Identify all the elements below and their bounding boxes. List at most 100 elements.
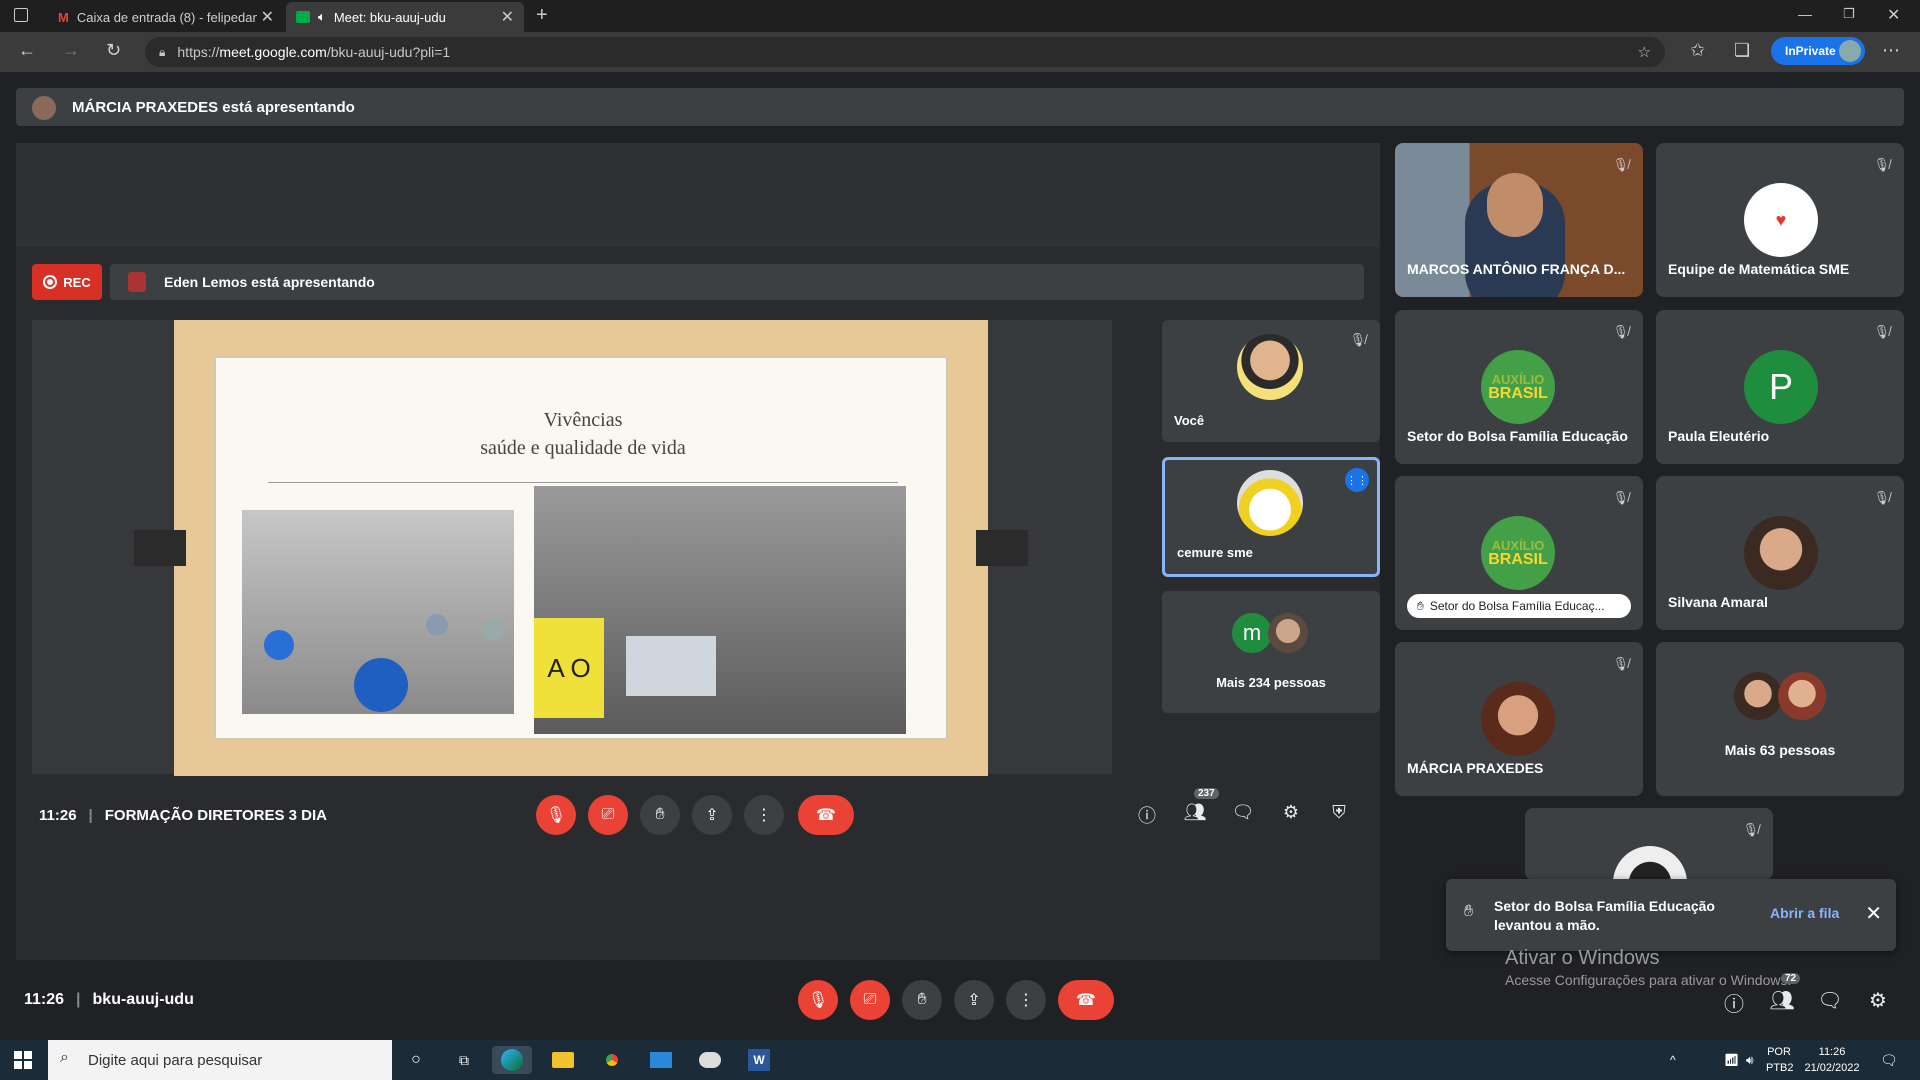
tile-partial[interactable]: 🎙︎̸ xyxy=(1525,808,1773,880)
browser-chrome: M Caixa de entrada (8) - felipedant ✕ 🔈︎… xyxy=(0,0,1920,72)
mic-button[interactable]: 🎙︎ xyxy=(798,980,838,1020)
favorites-icon[interactable]: ✩ xyxy=(1690,40,1705,61)
raise-hand-button[interactable]: ✋︎ xyxy=(902,980,942,1020)
open-queue-link[interactable]: Abrir a fila xyxy=(1770,905,1839,921)
mic-off-icon: 🎙︎̸ xyxy=(1873,157,1890,172)
close-icon[interactable]: ✕ xyxy=(261,7,274,27)
inner-end-call-button[interactable]: ☎︎ xyxy=(798,795,854,835)
tile-silvana-amaral[interactable]: 🎙︎̸ Silvana Amaral xyxy=(1656,476,1904,630)
word-icon[interactable]: W xyxy=(745,1046,773,1074)
inner-more-button[interactable]: ⋮ xyxy=(744,795,784,835)
inprivate-badge[interactable]: InPrivate xyxy=(1771,37,1865,65)
taskbar-search[interactable]: ⌕ Digite aqui para pesquisar xyxy=(48,1040,392,1080)
new-tab-icon[interactable]: + xyxy=(536,4,548,27)
minimize-icon[interactable]: — xyxy=(1798,6,1812,22)
address-bar[interactable]: 🔒︎ https://meet.google.com/bku-auuj-udu?… xyxy=(145,37,1665,67)
add-favorite-icon[interactable]: ☆ xyxy=(1638,43,1651,61)
notifications-icon[interactable]: 🗨︎ xyxy=(1880,1052,1898,1068)
outer-clock: 11:26 xyxy=(24,991,65,1008)
participant-name: Mais 63 pessoas xyxy=(1724,742,1836,758)
tile-marcos-antonio[interactable]: 🎙︎̸ MARCOS ANTÔNIO FRANÇA D... xyxy=(1395,143,1643,297)
cortana-icon[interactable]: ○ xyxy=(402,1046,430,1074)
slide-title-line1: Vivências xyxy=(543,409,623,431)
end-call-icon: ☎︎ xyxy=(1076,992,1096,1009)
host-controls-icon[interactable]: ⛨ xyxy=(1324,802,1354,823)
tray-chevron-icon[interactable]: ^ xyxy=(1670,1052,1676,1068)
presenter-banner-text: MÁRCIA PRAXEDES está apresentando xyxy=(72,98,355,116)
participant-avatar xyxy=(1268,613,1308,653)
mic-off-icon: 🎙︎̸ xyxy=(1873,490,1890,505)
app-icon[interactable] xyxy=(696,1046,724,1074)
slide-divider xyxy=(268,482,898,483)
chrome-icon[interactable] xyxy=(598,1046,626,1074)
inner-present-button[interactable]: ⇪ xyxy=(692,795,732,835)
url-scheme: https:// xyxy=(177,44,220,60)
clock[interactable]: 11:26 21/02/2022 xyxy=(1804,1044,1860,1076)
tab-meet[interactable]: 🔈︎ Meet: bku-auuj-udu ✕ xyxy=(286,2,524,32)
edge-icon[interactable] xyxy=(492,1046,532,1074)
tile-equipe-matematica[interactable]: 🎙︎̸ ♥ Equipe de Matemática SME xyxy=(1656,143,1904,297)
people-icon[interactable]: 👥︎ xyxy=(1767,988,1797,1013)
avatar-initial: P xyxy=(1768,366,1793,407)
camera-button[interactable]: ⎚ xyxy=(850,980,890,1020)
tile-marcia-praxedes[interactable]: 🎙︎̸ MÁRCIA PRAXEDES xyxy=(1395,642,1643,796)
tab-gmail[interactable]: M Caixa de entrada (8) - felipedant ✕ xyxy=(48,2,284,32)
tile-paula-eleuterio[interactable]: 🎙︎̸ P Paula Eleutério xyxy=(1656,310,1904,464)
people-icon[interactable]: 👥︎ xyxy=(1180,802,1210,823)
volume-icon[interactable]: 🔊︎ xyxy=(1746,1052,1754,1068)
rec-label: REC xyxy=(63,274,91,290)
settings-more-icon[interactable]: ⋯ xyxy=(1882,40,1900,61)
participant-avatar xyxy=(1237,334,1303,400)
file-explorer-icon[interactable] xyxy=(549,1046,577,1074)
forward-icon[interactable]: → xyxy=(62,40,80,61)
inner-raise-hand-button[interactable]: ✋︎ xyxy=(640,795,680,835)
network-icon[interactable]: 📶︎ xyxy=(1724,1052,1739,1068)
collections-icon[interactable]: ❏ xyxy=(1734,40,1750,61)
participant-name: cemure sme xyxy=(1177,545,1253,560)
participant-avatar xyxy=(1778,672,1826,720)
back-icon[interactable]: ← xyxy=(18,40,36,61)
present-button[interactable]: ⇪ xyxy=(954,980,994,1020)
chat-icon[interactable]: 🗨︎ xyxy=(1228,802,1258,823)
inner-presenter-banner: Eden Lemos está apresentando xyxy=(110,264,1364,300)
raised-hand-pill: ✋︎ Setor do Bolsa Família Educaç... xyxy=(1407,594,1631,618)
close-icon[interactable]: ✕ xyxy=(501,7,514,27)
activities-icon[interactable]: ⚙︎ xyxy=(1863,988,1893,1013)
participant-avatar: m xyxy=(1232,613,1272,653)
participant-avatar: AUXÍLIO BRASIL xyxy=(1481,350,1555,424)
refresh-icon[interactable]: ↻ xyxy=(106,40,121,61)
tile-bolsa-familia-2[interactable]: 🎙︎̸ AUXÍLIO BRASIL ✋︎ Setor do Bolsa Famí… xyxy=(1395,476,1643,630)
tile-cemure-sme[interactable]: ⋮⋮ cemure sme xyxy=(1162,457,1380,577)
tab-actions-icon[interactable] xyxy=(14,8,28,22)
end-call-button[interactable]: ☎︎ xyxy=(1058,980,1114,1020)
mic-off-icon: 🎙︎̸ xyxy=(1612,490,1629,505)
toast-message: Setor do Bolsa Família Educação levantou… xyxy=(1494,898,1715,933)
tile-more-people[interactable]: m Mais 234 pessoas xyxy=(1162,591,1380,713)
present-icon: ⇪ xyxy=(967,992,981,1009)
slide-photo-group: A O xyxy=(534,486,906,734)
tile-more-63[interactable]: Mais 63 pessoas xyxy=(1656,642,1904,796)
chat-icon[interactable]: 🗨︎ xyxy=(1815,988,1845,1013)
windows-start-icon[interactable] xyxy=(14,1051,32,1069)
avatar-logo-line2: BRASIL xyxy=(1488,551,1548,568)
window-close-icon[interactable]: ✕ xyxy=(1887,5,1900,25)
speaker-icon[interactable]: 🔈︎ xyxy=(318,9,326,25)
mic-off-icon: 🎙︎ xyxy=(807,992,829,1009)
activities-icon[interactable]: ⚙︎ xyxy=(1276,802,1306,823)
restore-icon[interactable]: ❐ xyxy=(1843,6,1855,22)
input-language[interactable]: POR PTB2 xyxy=(1766,1044,1794,1076)
more-vert-icon: ⋮ xyxy=(1018,992,1034,1009)
close-icon[interactable]: ✕ xyxy=(1865,901,1882,926)
participant-avatar xyxy=(1237,470,1303,536)
more-options-button[interactable]: ⋮ xyxy=(1006,980,1046,1020)
slide-photo-gym xyxy=(242,510,514,714)
task-view-icon[interactable]: ⧉ xyxy=(450,1046,478,1074)
inner-mic-button[interactable]: 🎙︎ xyxy=(536,795,576,835)
tile-you[interactable]: 🎙︎̸ Você xyxy=(1162,320,1380,442)
inner-camera-button[interactable]: ⎚ xyxy=(588,795,628,835)
info-icon[interactable]: ⓘ xyxy=(1719,988,1749,1017)
tile-bolsa-familia-1[interactable]: 🎙︎̸ AUXÍLIO BRASIL Setor do Bolsa Família… xyxy=(1395,310,1643,464)
info-icon[interactable]: ⓘ xyxy=(1132,802,1162,828)
mail-icon[interactable] xyxy=(647,1046,675,1074)
camera-off-icon: ⎚ xyxy=(601,806,615,823)
